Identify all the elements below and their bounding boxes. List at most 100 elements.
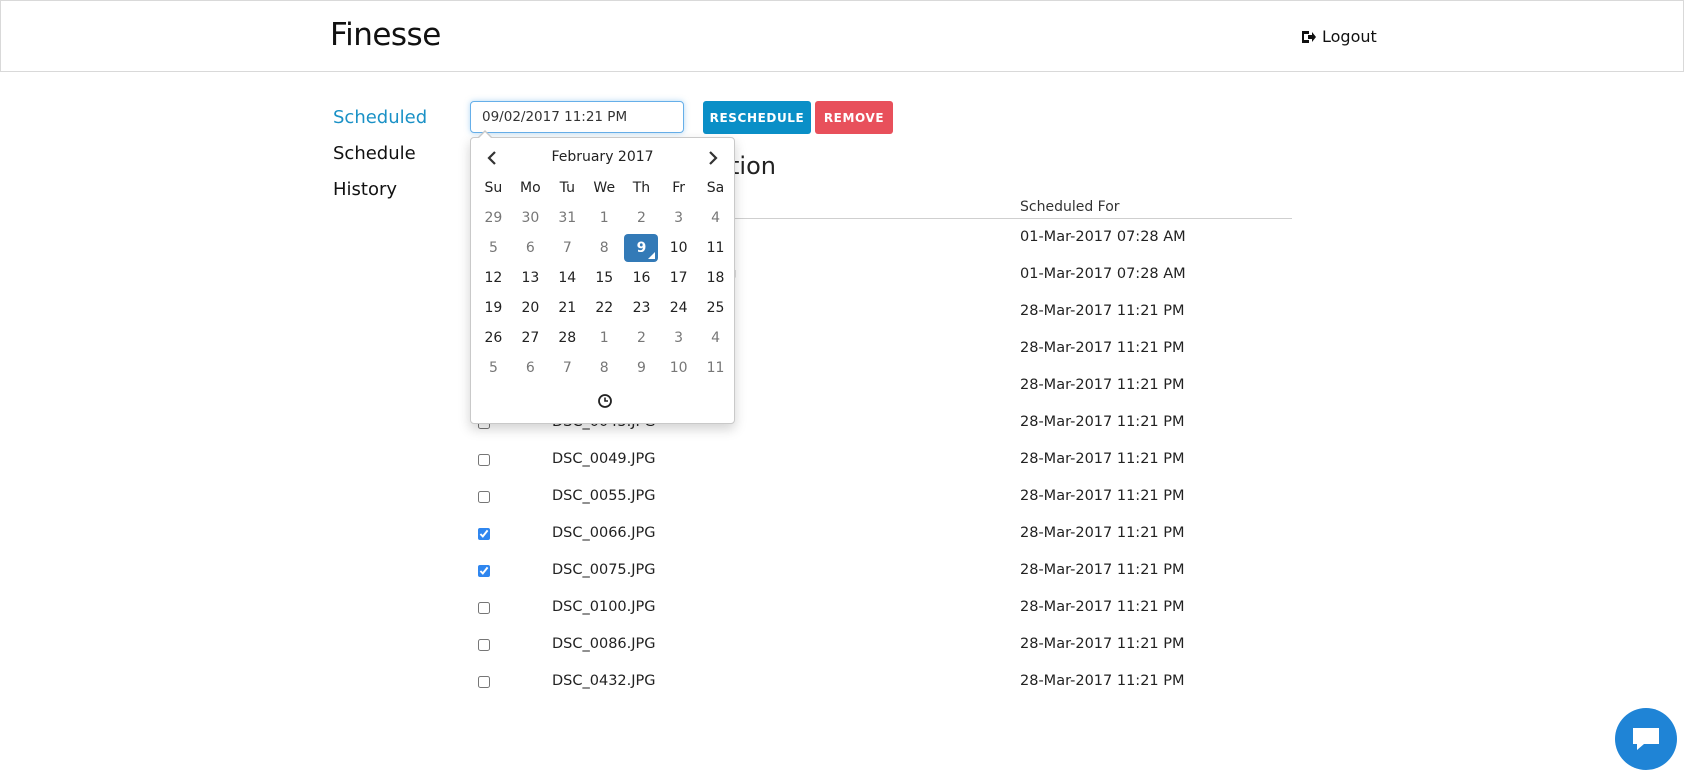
calendar-day[interactable]: 9: [623, 353, 660, 383]
table-row: DSC_0432.JPG 28-Mar-2017 11:21 PM: [470, 664, 1292, 701]
sidebar-item-history[interactable]: History: [333, 172, 427, 208]
calendar-day[interactable]: 29: [475, 203, 512, 233]
calendar-day[interactable]: 6: [512, 233, 549, 263]
brand-logo[interactable]: Finesse: [330, 17, 441, 53]
calendar-day[interactable]: 9: [623, 233, 660, 263]
calendar-week-row: 19 20 21 22 23 24 25: [475, 293, 734, 323]
row-select-checkbox[interactable]: [478, 565, 490, 577]
logout-icon: [1302, 30, 1316, 43]
calendar-week-row: 29 30 31 1 2 3 4: [475, 203, 734, 233]
calendar-day[interactable]: 21: [549, 293, 586, 323]
calendar-day[interactable]: 11: [697, 353, 734, 383]
calendar-week-row: 26 27 28 1 2 3 4: [475, 323, 734, 353]
calendar-day[interactable]: 2: [623, 323, 660, 353]
calendar-day[interactable]: 10: [660, 353, 697, 383]
weekday-label: Sa: [706, 180, 725, 196]
chevron-right-icon: [709, 151, 718, 165]
calendar-day[interactable]: 25: [697, 293, 734, 323]
calendar-day[interactable]: 15: [586, 263, 623, 293]
top-header: Finesse Logout: [0, 0, 1684, 72]
calendar-days: 29 30 31 1 2 3 4 5 6 7 8 9 10 11 12 13 14 15 16 17 18 19 20 21 2…: [475, 203, 734, 383]
scheduled-for: 01-Mar-2017 07:28 AM: [1020, 266, 1186, 282]
calendar-day[interactable]: 3: [660, 323, 697, 353]
calendar-day[interactable]: 1: [586, 203, 623, 233]
weekday-label: Mo: [520, 180, 541, 196]
row-select-checkbox[interactable]: [478, 602, 490, 614]
weekday-label: We: [593, 180, 616, 196]
scheduled-for: 28-Mar-2017 11:21 PM: [1020, 488, 1185, 504]
calendar-day[interactable]: 5: [475, 353, 512, 383]
calendar-grid: Su Mo Tu We Th Fr Sa 29 30 31 1 2 3 4 5 6 7 8 9 10 11 12 13 14…: [475, 173, 734, 383]
sidebar-item-schedule[interactable]: Schedule: [333, 136, 427, 172]
calendar-day[interactable]: 4: [697, 323, 734, 353]
calendar-day[interactable]: 1: [586, 323, 623, 353]
reschedule-button[interactable]: RESCHEDULE: [703, 101, 811, 134]
logout-link[interactable]: Logout: [1301, 27, 1377, 46]
calendar-day[interactable]: 20: [512, 293, 549, 323]
calendar-day[interactable]: 10: [660, 233, 697, 263]
calendar-day[interactable]: 5: [475, 233, 512, 263]
remove-button[interactable]: REMOVE: [815, 101, 893, 134]
row-select-checkbox[interactable]: [478, 491, 490, 503]
calendar-day[interactable]: 8: [586, 233, 623, 263]
scheduled-for: 28-Mar-2017 11:21 PM: [1020, 414, 1185, 430]
scheduled-for: 28-Mar-2017 11:21 PM: [1020, 451, 1185, 467]
calendar-week-row: 12 13 14 15 16 17 18: [475, 263, 734, 293]
table-row: DSC_0055.JPG 28-Mar-2017 11:21 PM: [470, 479, 1292, 516]
calendar-day[interactable]: 2: [623, 203, 660, 233]
row-select-checkbox[interactable]: [478, 639, 490, 651]
datetime-picker-popup: February 2017 Su Mo Tu We Th Fr Sa 29 30 31 1 2 3 4 5…: [470, 130, 735, 424]
row-select-checkbox[interactable]: [478, 528, 490, 540]
calendar-day[interactable]: 31: [549, 203, 586, 233]
calendar-day[interactable]: 3: [660, 203, 697, 233]
calendar-day[interactable]: 12: [475, 263, 512, 293]
calendar-day[interactable]: 11: [697, 233, 734, 263]
chat-widget-button[interactable]: [1615, 708, 1677, 770]
clock-icon[interactable]: [597, 393, 613, 409]
scheduled-for: 28-Mar-2017 11:21 PM: [1020, 525, 1185, 541]
chat-bubble-icon: [1633, 728, 1659, 750]
calendar-day[interactable]: 23: [623, 293, 660, 323]
scheduled-for: 28-Mar-2017 11:21 PM: [1020, 340, 1185, 356]
calendar-day[interactable]: 7: [549, 233, 586, 263]
calendar-day[interactable]: 28: [549, 323, 586, 353]
calendar-day[interactable]: 6: [512, 353, 549, 383]
table-row: DSC_0075.JPG 28-Mar-2017 11:21 PM: [470, 553, 1292, 590]
month-label[interactable]: February 2017: [471, 149, 734, 165]
scheduled-for: 28-Mar-2017 11:21 PM: [1020, 599, 1185, 615]
logout-label: Logout: [1322, 27, 1377, 46]
scheduled-for: 28-Mar-2017 11:21 PM: [1020, 303, 1185, 319]
column-header-scheduled-for: Scheduled For: [1020, 199, 1120, 215]
calendar-day[interactable]: 16: [623, 263, 660, 293]
calendar-day[interactable]: 24: [660, 293, 697, 323]
table-row: DSC_0086.JPG 28-Mar-2017 11:21 PM: [470, 627, 1292, 664]
weekday-label: Tu: [559, 180, 575, 196]
calendar-day[interactable]: 14: [549, 263, 586, 293]
table-row: DSC_0100.JPG 28-Mar-2017 11:21 PM: [470, 590, 1292, 627]
calendar-day[interactable]: 22: [586, 293, 623, 323]
section-title: tion: [730, 152, 776, 180]
calendar-day[interactable]: 17: [660, 263, 697, 293]
file-name: DSC_0100.JPG: [552, 599, 656, 615]
selected-day: 9: [624, 234, 659, 262]
next-month-button[interactable]: [703, 148, 723, 168]
calendar-day[interactable]: 8: [586, 353, 623, 383]
calendar-day[interactable]: 19: [475, 293, 512, 323]
sidebar-nav: Scheduled Schedule History: [333, 100, 427, 208]
sidebar-item-scheduled[interactable]: Scheduled: [333, 100, 427, 136]
calendar-day[interactable]: 7: [549, 353, 586, 383]
calendar-day[interactable]: 26: [475, 323, 512, 353]
row-select-checkbox[interactable]: [478, 454, 490, 466]
datetime-input[interactable]: [470, 101, 684, 133]
table-row: DSC_0049.JPG 28-Mar-2017 11:21 PM: [470, 442, 1292, 479]
file-name: DSC_0075.JPG: [552, 562, 656, 578]
calendar-day[interactable]: 30: [512, 203, 549, 233]
scheduled-for: 28-Mar-2017 11:21 PM: [1020, 636, 1185, 652]
calendar-day[interactable]: 18: [697, 263, 734, 293]
calendar-day[interactable]: 27: [512, 323, 549, 353]
calendar-day[interactable]: 4: [697, 203, 734, 233]
calendar-day[interactable]: 13: [512, 263, 549, 293]
row-select-checkbox[interactable]: [478, 676, 490, 688]
scheduled-for: 28-Mar-2017 11:21 PM: [1020, 377, 1185, 393]
weekday-header-row: Su Mo Tu We Th Fr Sa: [475, 173, 734, 203]
